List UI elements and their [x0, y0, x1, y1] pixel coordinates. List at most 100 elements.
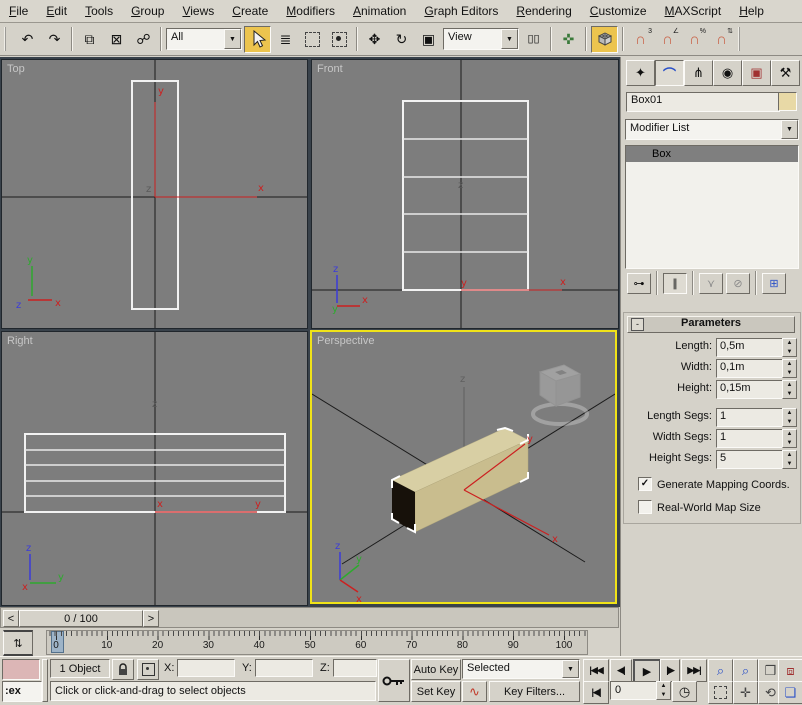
width-spinner[interactable]: ▲▼	[782, 359, 797, 378]
select-and-manipulate-icon[interactable]: ✜	[556, 27, 581, 52]
configure-modifier-sets-icon[interactable]: ⊞	[762, 273, 786, 294]
real-world-map-size-checkbox[interactable]	[638, 500, 652, 514]
show-end-result-icon[interactable]: ∥	[663, 273, 687, 294]
auto-key-button[interactable]: Auto Key	[411, 659, 461, 680]
menu-graph-editors[interactable]: Graph Editors	[415, 1, 507, 21]
snap-3d-icon[interactable]: ∩3	[628, 27, 653, 52]
percent-snap-icon[interactable]: ∩%	[682, 27, 707, 52]
viewport-right[interactable]: Right x y z z x y	[1, 331, 308, 606]
selection-filter-dropdown[interactable]: All ▼	[166, 28, 242, 50]
tab-display-icon[interactable]: ▣	[742, 60, 771, 86]
object-color-swatch[interactable]	[778, 92, 797, 111]
menu-tools[interactable]: Tools	[76, 1, 122, 21]
viewport-top[interactable]: Top y x z y z x	[1, 59, 308, 329]
menu-animation[interactable]: Animation	[344, 1, 415, 21]
height-spinner[interactable]: ▲▼	[782, 380, 797, 399]
time-slider-track[interactable]: < 0 / 100 >	[0, 607, 619, 628]
previous-frame-icon[interactable]: ◀|	[610, 659, 632, 682]
reference-coordinate-dropdown[interactable]: View ▼	[443, 28, 519, 50]
height-segs-spinner[interactable]: ▲▼	[782, 450, 797, 469]
tab-utilities-icon[interactable]: ⚒	[771, 60, 800, 86]
height-segs-field[interactable]: 5	[716, 450, 784, 469]
chevron-down-icon[interactable]: ▼	[224, 29, 241, 49]
go-to-start-icon[interactable]: |◀◀	[583, 659, 609, 682]
unlink-selection-icon[interactable]: ⊠	[104, 27, 129, 52]
selection-lock-icon[interactable]	[112, 659, 134, 680]
menu-maxscript[interactable]: MAXScript	[656, 1, 731, 21]
macro-recorder-pane[interactable]	[2, 659, 40, 680]
spinner-snap-icon[interactable]: ∩⇅	[709, 27, 734, 52]
x-coord-field[interactable]	[177, 659, 235, 677]
select-and-link-icon[interactable]: ⧉	[77, 27, 102, 52]
chevron-down-icon[interactable]: ▼	[501, 29, 518, 49]
stack-item-box[interactable]: Box	[626, 146, 798, 162]
viewport-perspective-canvas[interactable]: z	[312, 332, 615, 602]
snaps-toggle-button[interactable]	[591, 26, 618, 53]
zoom-icon[interactable]: ⌕	[708, 659, 733, 682]
width-segs-field[interactable]: 1	[716, 429, 784, 448]
go-to-end-icon[interactable]: ▶▶|	[681, 659, 707, 682]
remove-modifier-icon[interactable]: ⊘	[726, 273, 750, 294]
y-coord-field[interactable]	[255, 659, 313, 677]
viewport-right-label[interactable]: Right	[7, 335, 33, 347]
viewcube-icon[interactable]	[533, 365, 587, 424]
rectangular-selection-region-icon[interactable]	[300, 27, 325, 52]
window-crossing-icon[interactable]	[327, 27, 352, 52]
object-name-field[interactable]: Box01	[626, 92, 780, 112]
bind-to-spacewarp-icon[interactable]: ☍	[131, 27, 156, 52]
menu-modifiers[interactable]: Modifiers	[277, 1, 344, 21]
menu-views[interactable]: Views	[173, 1, 223, 21]
frame-spinner[interactable]: ▲▼	[656, 681, 671, 700]
viewport-perspective-label[interactable]: Perspective	[317, 335, 374, 347]
maximize-viewport-icon[interactable]: ❏	[778, 681, 802, 704]
height-field[interactable]: 0,15m	[716, 380, 784, 399]
key-filters-button[interactable]: Key Filters...	[489, 681, 580, 702]
viewport-right-canvas[interactable]: x y z z x y	[2, 332, 307, 605]
select-and-move-icon[interactable]: ✥	[362, 27, 387, 52]
menu-edit[interactable]: Edit	[37, 1, 76, 21]
chevron-down-icon[interactable]: ▼	[562, 660, 579, 678]
length-field[interactable]: 0,5m	[716, 338, 784, 357]
zoom-all-icon[interactable]: ⌕	[733, 659, 758, 682]
next-frame-icon[interactable]: |▶	[660, 659, 680, 682]
undo-icon[interactable]: ↶	[15, 27, 40, 52]
current-frame-field[interactable]: 0	[610, 681, 660, 700]
zoom-extents-all-icon[interactable]: ⧈	[778, 659, 802, 682]
viewport-front-canvas[interactable]: y x z z y x	[312, 60, 618, 328]
width-field[interactable]: 0,1m	[716, 359, 784, 378]
menu-rendering[interactable]: Rendering	[507, 1, 580, 21]
tab-create-icon[interactable]: ✦	[626, 60, 655, 86]
time-slider-prev-button[interactable]: <	[3, 610, 19, 627]
key-mode-toggle-icon[interactable]: |◀|	[583, 681, 609, 704]
absolute-offset-mode-icon[interactable]	[137, 659, 159, 680]
pin-stack-icon[interactable]: ⊶	[627, 273, 651, 294]
menu-file[interactable]: File	[0, 1, 37, 21]
set-key-button[interactable]: Set Key	[411, 681, 461, 702]
toolbar-grip[interactable]	[738, 27, 745, 51]
menu-customize[interactable]: Customize	[581, 1, 656, 21]
tab-hierarchy-icon[interactable]: ⋔	[684, 60, 713, 86]
time-slider-thumb[interactable]: 0 / 100	[19, 610, 143, 627]
redo-icon[interactable]: ↷	[42, 27, 67, 52]
viewport-perspective[interactable]: Perspective z	[310, 330, 617, 604]
key-selection-dropdown[interactable]: Selected ▼	[462, 659, 580, 679]
select-object-button[interactable]	[244, 26, 271, 53]
collapse-icon[interactable]: -	[631, 318, 644, 331]
parameters-rollout-header[interactable]: - Parameters	[627, 316, 795, 333]
pan-view-icon[interactable]: ✛	[733, 681, 758, 704]
generate-mapping-coords-checkbox[interactable]: ✓	[638, 477, 652, 491]
viewport-front[interactable]: Front y x z z y x	[311, 59, 619, 329]
tab-motion-icon[interactable]: ◉	[713, 60, 742, 86]
select-and-scale-icon[interactable]: ▣	[416, 27, 441, 52]
viewport-front-label[interactable]: Front	[317, 63, 343, 75]
length-spinner[interactable]: ▲▼	[782, 338, 797, 357]
time-configuration-icon[interactable]: ◷	[672, 681, 697, 702]
modifier-stack[interactable]: Box	[625, 145, 799, 269]
make-unique-icon[interactable]: ⋎	[699, 273, 723, 294]
use-pivot-point-center-icon[interactable]: ▯▯	[521, 27, 546, 52]
menu-create[interactable]: Create	[223, 1, 277, 21]
viewport-top-canvas[interactable]: y x z y z x	[2, 60, 307, 328]
time-slider-next-button[interactable]: >	[143, 610, 159, 627]
listener-splitter[interactable]	[42, 659, 48, 702]
default-tangent-icon[interactable]: ∿	[462, 681, 487, 702]
